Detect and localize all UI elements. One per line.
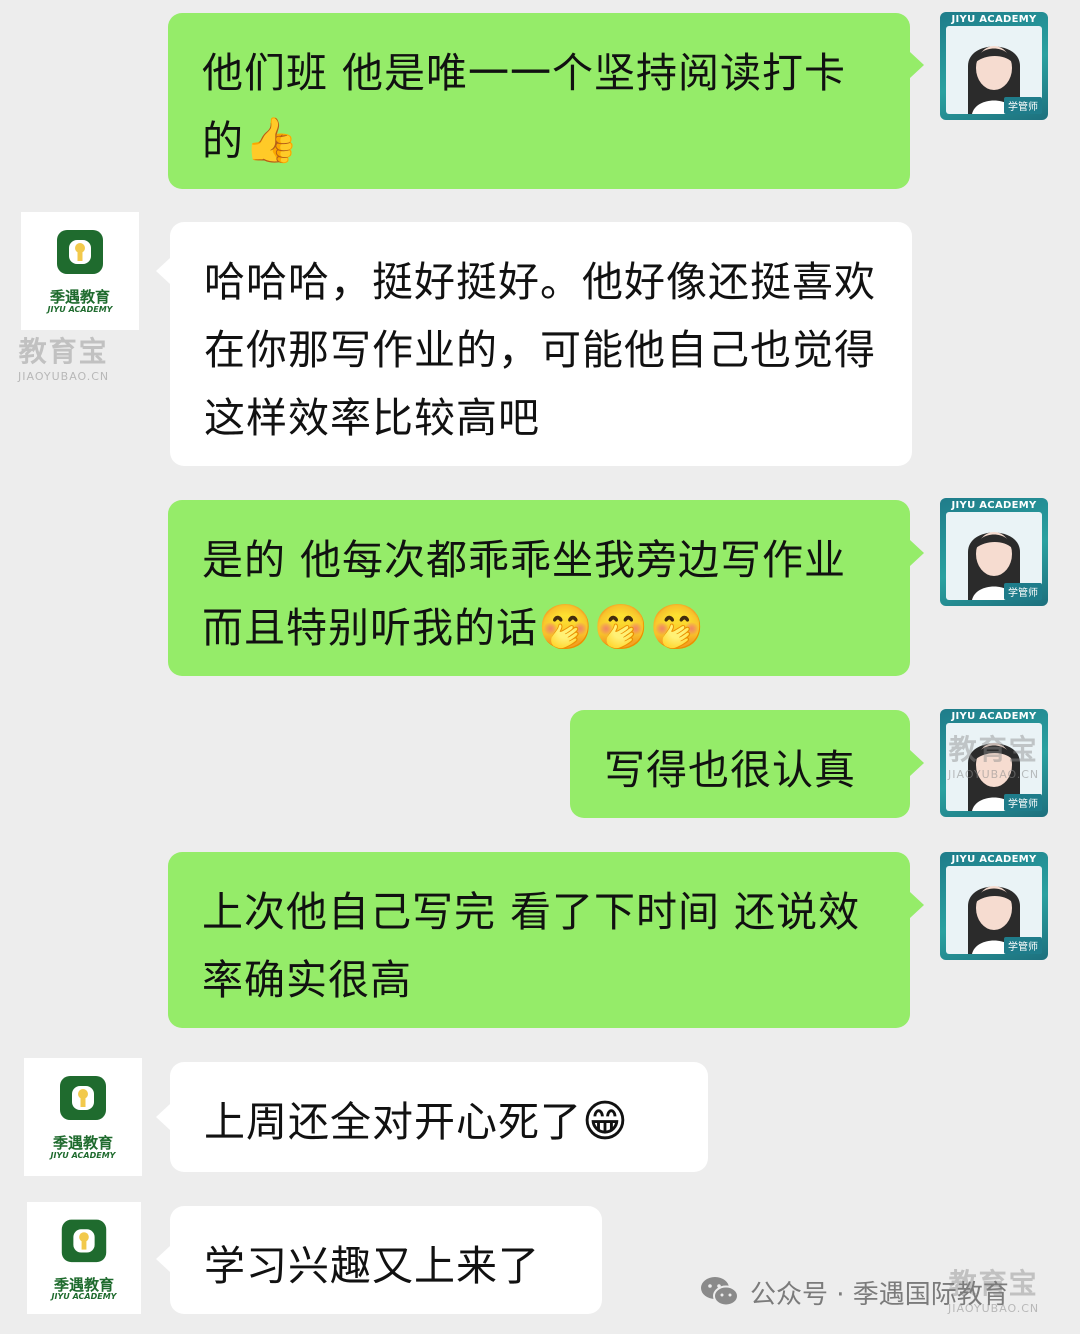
school-name: 季遇教育 xyxy=(52,1134,113,1152)
watermark-text: 教育宝 xyxy=(18,335,109,368)
school-subname: JIYU ACADEMY xyxy=(51,1292,117,1301)
avatar-brand-label: JIYU ACADEMY xyxy=(951,854,1037,865)
avatar-brand-label: JIYU ACADEMY xyxy=(951,711,1037,722)
avatar-brand-label: JIYU ACADEMY xyxy=(951,14,1037,25)
message-bubble-received[interactable]: 上周还全对开心死了😁 xyxy=(170,1062,708,1172)
watermark-url: JIAOYUBAO.CN xyxy=(948,768,1040,781)
teacher-avatar[interactable]: JIYU ACADEMY 学管师 xyxy=(940,12,1048,120)
thumbs-up-emoji: 👍 xyxy=(244,115,300,166)
message-text: 上周还全对开心死了 xyxy=(204,1098,582,1146)
message-text: 学习兴趣又上来了 xyxy=(204,1242,540,1290)
avatar-role-label: 学管师 xyxy=(1004,937,1042,954)
message-text: 是的 他每次都乖乖坐我旁边写作业 而且特别听我的话 xyxy=(202,536,847,652)
message-bubble-sent[interactable]: 是的 他每次都乖乖坐我旁边写作业 而且特别听我的话🤭🤭🤭 xyxy=(168,500,910,676)
avatar-role-label: 学管师 xyxy=(1004,583,1042,600)
bubble-tail xyxy=(156,258,170,284)
teacher-avatar[interactable]: JIYU ACADEMY 学管师 xyxy=(940,498,1048,606)
bubble-tail xyxy=(910,540,924,566)
message-bubble-received[interactable]: 哈哈哈，挺好挺好。他好像还挺喜欢在你那写作业的，可能他自己也觉得这样效率比较高吧 xyxy=(170,222,912,466)
bubble-tail xyxy=(156,1246,170,1272)
bubble-tail xyxy=(910,892,924,918)
footer-text: 公众号 · 季遇国际教育 xyxy=(750,1279,1009,1310)
watermark-text: 教育宝 xyxy=(948,733,1039,766)
message-text: 哈哈哈，挺好挺好。他好像还挺喜欢在你那写作业的，可能他自己也觉得这样效率比较高吧 xyxy=(204,258,876,442)
school-logo-icon xyxy=(61,1219,107,1263)
bubble-tail xyxy=(156,1104,170,1130)
avatar-role-label: 学管师 xyxy=(1004,97,1042,114)
message-text: 写得也很认真 xyxy=(604,746,856,794)
school-avatar[interactable]: 季遇教育 JIYU ACADEMY xyxy=(21,212,139,330)
hand-over-mouth-emoji: 🤭🤭🤭 xyxy=(538,602,706,653)
avatar-role-label: 学管师 xyxy=(1004,794,1042,811)
school-avatar[interactable]: 季遇教育 JIYU ACADEMY xyxy=(27,1202,141,1314)
school-subname: JIYU ACADEMY xyxy=(47,305,113,314)
message-bubble-sent[interactable]: 上次他自己写完 看了下时间 还说效率确实很高 xyxy=(168,852,910,1028)
grinning-emoji: 😁 xyxy=(582,1096,629,1147)
school-name: 季遇教育 xyxy=(49,288,110,306)
watermark: 教育宝 JIAOYUBAO.CN xyxy=(948,728,1039,781)
school-subname: JIYU ACADEMY xyxy=(50,1151,116,1160)
avatar-brand-label: JIYU ACADEMY xyxy=(951,500,1037,511)
bubble-tail xyxy=(910,52,924,78)
school-logo-icon xyxy=(57,230,103,274)
message-bubble-received[interactable]: 学习兴趣又上来了 xyxy=(170,1206,602,1314)
teacher-avatar[interactable]: JIYU ACADEMY 学管师 xyxy=(940,852,1048,960)
watermark-url: JIAOYUBAO.CN xyxy=(18,370,110,383)
message-bubble-sent[interactable]: 他们班 他是唯一一个坚持阅读打卡的👍 xyxy=(168,13,910,189)
message-text: 上次他自己写完 看了下时间 还说效率确实很高 xyxy=(202,888,861,1004)
watermark: 教育宝 JIAOYUBAO.CN xyxy=(18,330,109,383)
school-avatar[interactable]: 季遇教育 JIYU ACADEMY xyxy=(24,1058,142,1176)
message-bubble-sent[interactable]: 写得也很认真 xyxy=(570,710,910,818)
wechat-icon xyxy=(701,1277,739,1307)
bubble-tail xyxy=(910,750,924,776)
official-account-footer[interactable]: 公众号 · 季遇国际教育 xyxy=(700,1270,1009,1314)
school-logo-icon xyxy=(60,1076,106,1120)
